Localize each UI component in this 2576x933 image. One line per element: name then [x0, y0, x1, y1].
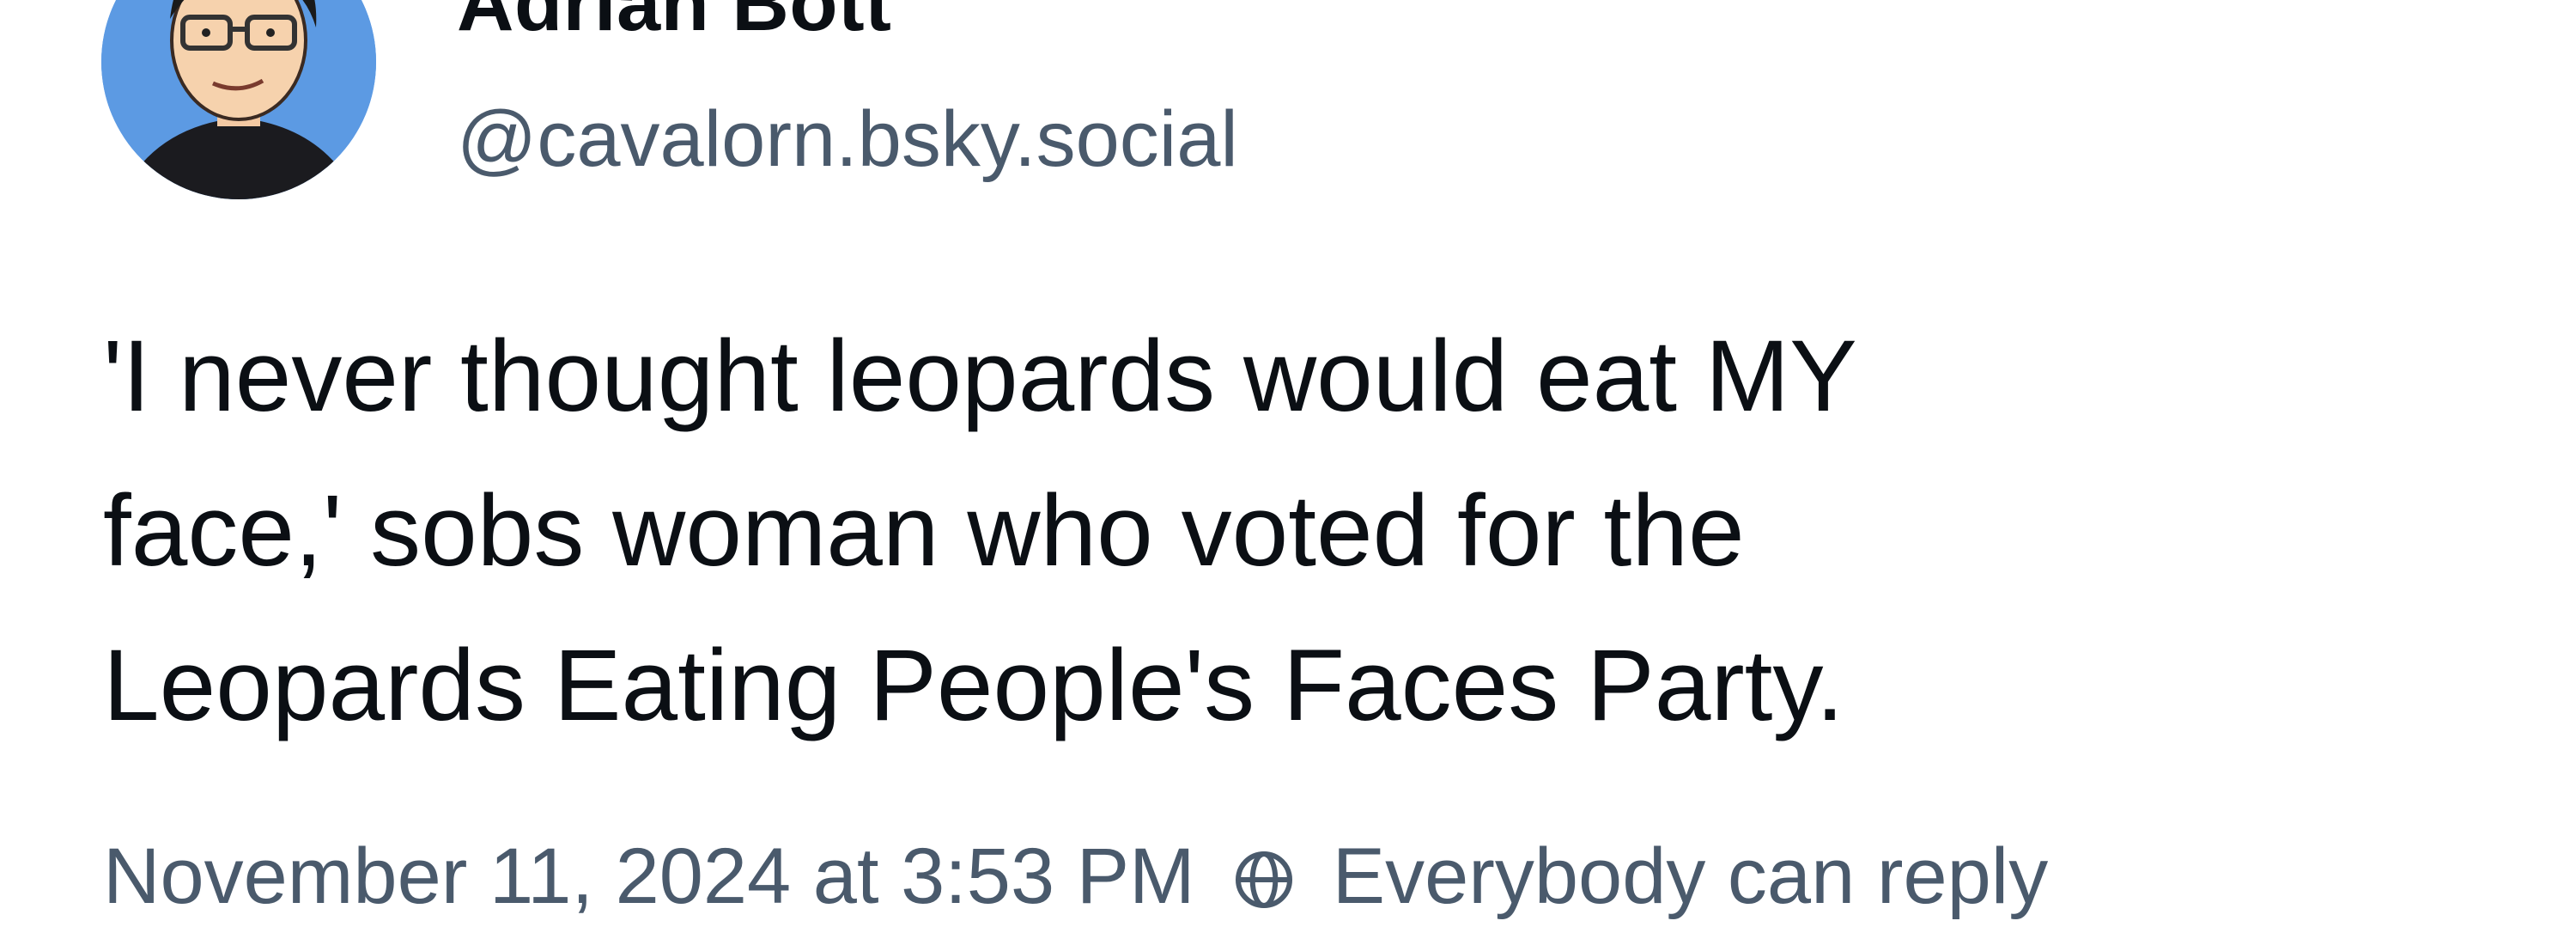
post-text-line: face,' sobs woman who voted for the — [103, 474, 1745, 588]
post-meta: November 11, 2024 at 3:53 PM Everybody c… — [103, 832, 2048, 922]
globe-icon — [1230, 843, 1298, 912]
author-handle[interactable]: @cavalorn.bsky.social — [457, 95, 1238, 185]
avatar[interactable] — [101, 0, 376, 199]
author-display-name[interactable]: Adrian Bott — [457, 0, 891, 49]
reply-visibility-label: Everybody can reply — [1332, 832, 2049, 920]
post-text: 'I never thought leopards would eat MY f… — [103, 299, 2507, 763]
post-timestamp[interactable]: November 11, 2024 at 3:53 PM — [103, 832, 1195, 922]
post-text-line: Leopards Eating People's Faces Party. — [103, 629, 1844, 742]
post-text-line: 'I never thought leopards would eat MY — [103, 320, 1857, 433]
cartoon-avatar-icon — [101, 0, 376, 199]
